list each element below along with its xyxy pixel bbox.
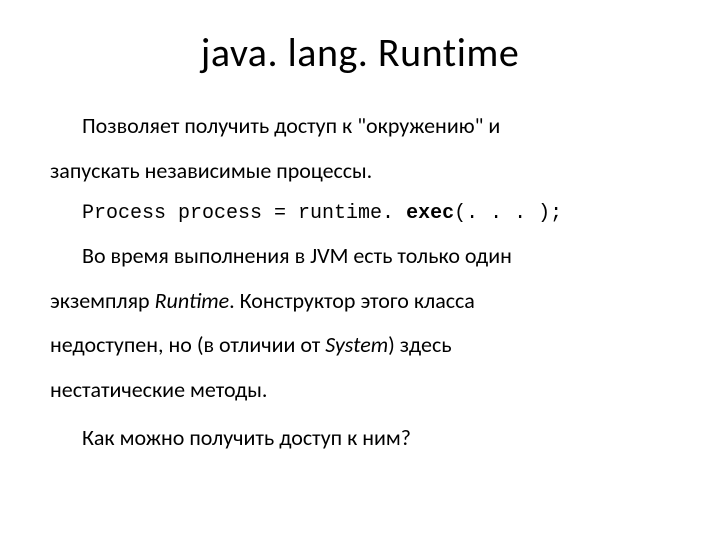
paragraph-2-line-3: недоступен, но (в отличии от System) зде… — [50, 326, 670, 365]
paragraph-3: Как можно получить доступ к ним? — [50, 419, 670, 458]
text: экземпляр — [50, 287, 155, 314]
paragraph-2-line-2: экземпляр Runtime. Конструктор этого кла… — [50, 282, 670, 321]
paragraph-2-line-4: нестатические методы. — [50, 371, 670, 410]
paragraph-1-line-2: запускать независимые процессы. — [50, 152, 670, 191]
text: недоступен, но (в отличии от — [50, 331, 325, 358]
text: ) здесь — [388, 331, 451, 358]
code-bold: exec — [406, 202, 454, 225]
slide-body: Позволяет получить доступ к "окружению" … — [50, 107, 670, 458]
code-pre: Process process = runtime. — [82, 202, 406, 225]
code-line: Process process = runtime. exec(. . . ); — [50, 196, 670, 231]
italic-system: System — [325, 331, 388, 358]
code-post: (. . . ); — [454, 202, 562, 225]
text: . Конструктор этого класса — [229, 287, 475, 314]
slide: java. lang. Runtime Позволяет получить д… — [0, 0, 720, 540]
paragraph-1-line-1: Позволяет получить доступ к "окружению" … — [50, 107, 670, 146]
italic-runtime: Runtime — [155, 287, 230, 314]
slide-title: java. lang. Runtime — [50, 28, 670, 77]
paragraph-2-line-1: Во время выполнения в JVM есть только од… — [50, 237, 670, 276]
